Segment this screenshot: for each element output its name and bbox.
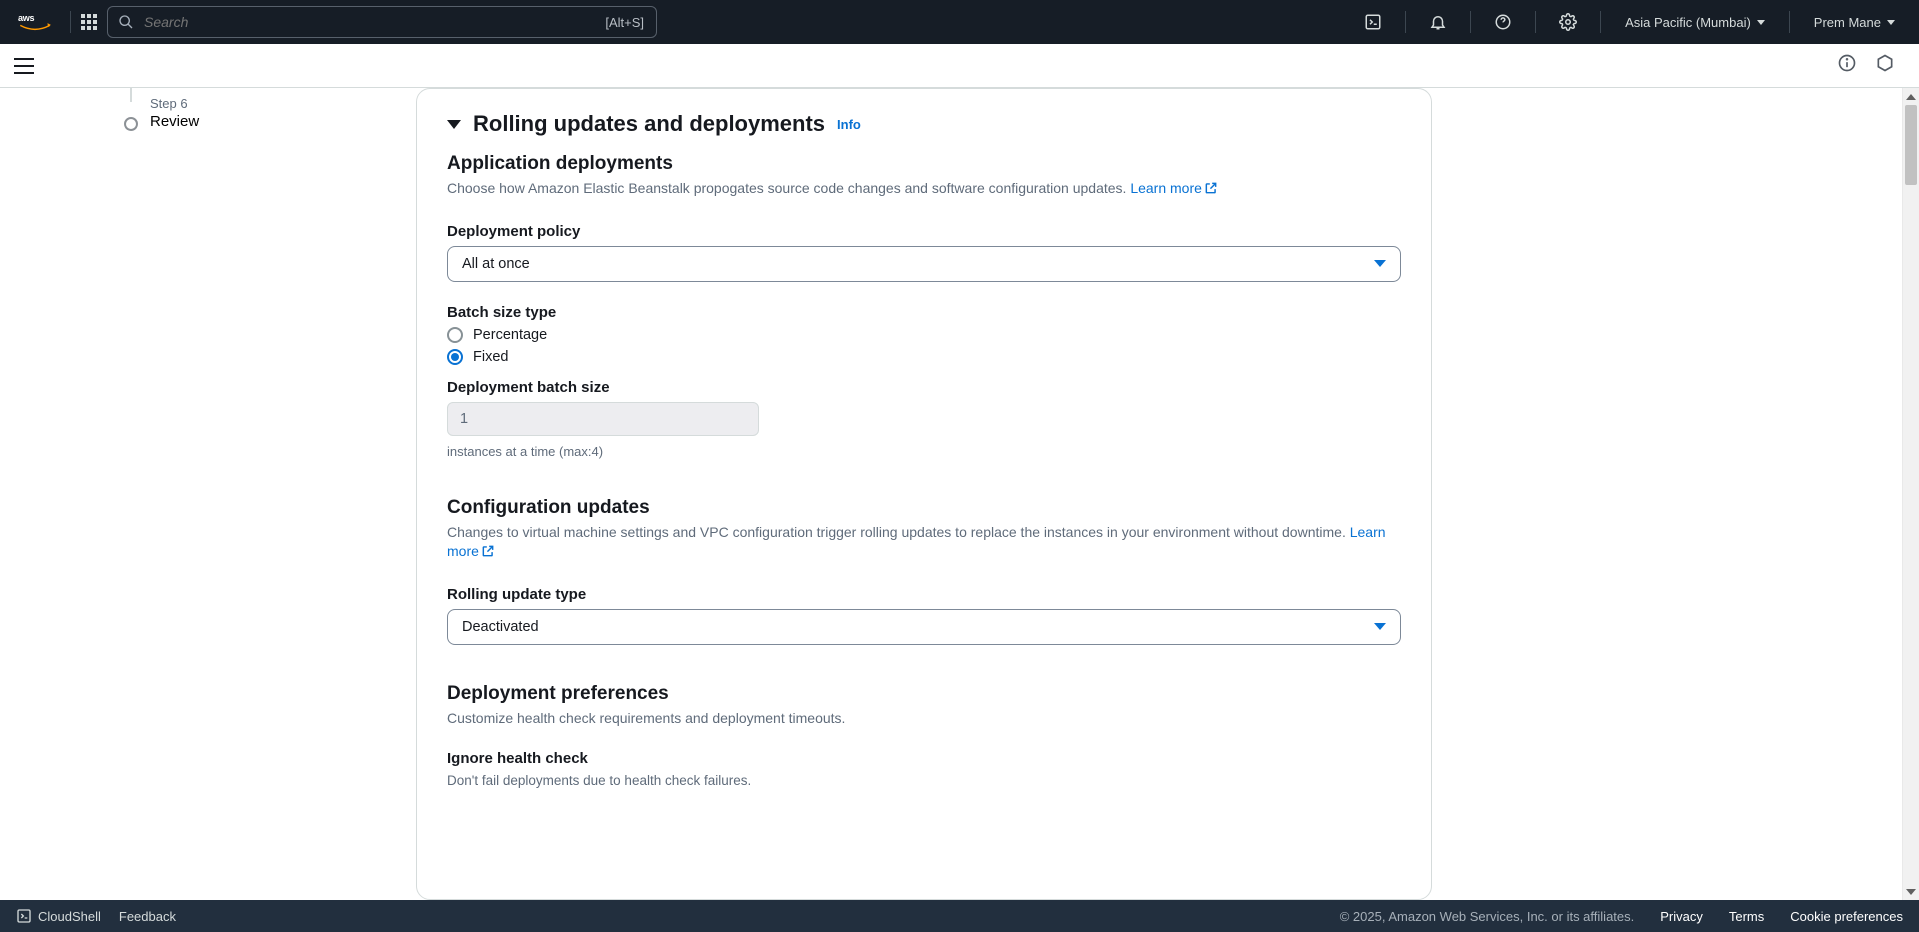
divider <box>1600 11 1601 33</box>
user-name: Prem Mane <box>1814 15 1881 30</box>
global-nav: aws [Alt+S] Asia Pacific (Mumbai) Prem M… <box>0 0 1919 44</box>
settings-icon[interactable] <box>1544 0 1592 44</box>
cloudshell-icon[interactable] <box>1349 0 1397 44</box>
subsection-deploy-prefs: Deployment preferences <box>447 683 1401 705</box>
deployment-batch-size-label: Deployment batch size <box>447 379 1401 396</box>
side-nav-toggle[interactable] <box>14 58 34 74</box>
ignore-health-check-desc: Don't fail deployments due to health che… <box>447 773 1401 788</box>
deploy-prefs-desc: Customize health check requirements and … <box>447 709 1401 729</box>
secondary-bar <box>0 44 1919 88</box>
cookie-prefs-link[interactable]: Cookie preferences <box>1790 909 1903 924</box>
services-menu-icon[interactable] <box>79 13 99 31</box>
external-link-icon <box>1204 181 1218 201</box>
tools-panel-icon[interactable] <box>1875 53 1895 78</box>
caret-down-icon <box>1374 260 1386 267</box>
radio-icon <box>447 349 463 365</box>
divider <box>1470 11 1471 33</box>
scroll-track[interactable] <box>1903 105 1919 883</box>
global-footer: CloudShell Feedback © 2025, Amazon Web S… <box>0 900 1919 932</box>
search-icon <box>118 14 134 30</box>
batch-type-percentage[interactable]: Percentage <box>447 327 1401 343</box>
info-link[interactable]: Info <box>837 117 861 132</box>
batch-type-fixed[interactable]: Fixed <box>447 349 1401 365</box>
section-header-rolling[interactable]: Rolling updates and deployments Info <box>447 111 1401 137</box>
learn-more-link[interactable]: Learn more <box>1130 180 1218 196</box>
rolling-update-type-select[interactable]: Deactivated <box>447 609 1401 645</box>
config-panel: Rolling updates and deployments Info App… <box>416 88 1432 900</box>
radio-label: Percentage <box>473 327 547 343</box>
aws-logo[interactable]: aws <box>8 0 62 44</box>
deployment-policy-value: All at once <box>462 256 530 272</box>
scroll-thumb[interactable] <box>1905 105 1917 185</box>
region-selector[interactable]: Asia Pacific (Mumbai) <box>1609 0 1781 44</box>
divider <box>1789 11 1790 33</box>
rolling-update-type-label: Rolling update type <box>447 586 1401 603</box>
ignore-health-check-label: Ignore health check <box>447 750 1401 767</box>
cloudshell-button[interactable]: CloudShell <box>16 908 101 924</box>
divider <box>1535 11 1536 33</box>
main-region: Step 6 Review Rolling updates and deploy… <box>0 88 1919 900</box>
deployment-policy-select[interactable]: All at once <box>447 246 1401 282</box>
divider <box>1405 11 1406 33</box>
wizard-steps: Step 6 Review <box>0 88 416 900</box>
radio-label: Fixed <box>473 349 508 365</box>
region-label: Asia Pacific (Mumbai) <box>1625 15 1751 30</box>
radio-icon <box>447 327 463 343</box>
terms-link[interactable]: Terms <box>1729 909 1764 924</box>
vertical-scrollbar[interactable] <box>1902 88 1919 900</box>
caret-down-icon <box>1374 623 1386 630</box>
caret-down-icon <box>1757 20 1765 25</box>
search-shortcut-hint: [Alt+S] <box>605 15 644 30</box>
global-search[interactable]: [Alt+S] <box>107 6 657 38</box>
app-deployments-desc: Choose how Amazon Elastic Beanstalk prop… <box>447 179 1401 201</box>
expand-caret-icon <box>447 120 461 129</box>
search-input[interactable] <box>142 13 646 31</box>
scroll-up-icon[interactable] <box>1903 88 1919 105</box>
notifications-icon[interactable] <box>1414 0 1462 44</box>
privacy-link[interactable]: Privacy <box>1660 909 1703 924</box>
feedback-link[interactable]: Feedback <box>119 909 176 924</box>
account-menu[interactable]: Prem Mane <box>1798 0 1911 44</box>
subsection-app-deployments: Application deployments <box>447 153 1401 175</box>
step-number-label: Step 6 <box>150 96 416 111</box>
help-icon[interactable] <box>1479 0 1527 44</box>
section-title: Rolling updates and deployments <box>473 111 825 137</box>
caret-down-icon <box>1887 20 1895 25</box>
divider <box>70 11 71 33</box>
deployment-policy-label: Deployment policy <box>447 223 1401 240</box>
deployment-batch-size-input: 1 <box>447 402 759 436</box>
config-updates-desc: Changes to virtual machine settings and … <box>447 523 1401 564</box>
step-title[interactable]: Review <box>150 113 416 130</box>
info-panel-icon[interactable] <box>1837 53 1857 78</box>
batch-size-type-label: Batch size type <box>447 304 1401 321</box>
scroll-down-icon[interactable] <box>1903 883 1919 900</box>
svg-text:aws: aws <box>18 13 35 23</box>
batch-size-hint: instances at a time (max:4) <box>447 444 1401 459</box>
rolling-update-type-value: Deactivated <box>462 619 539 635</box>
step-marker <box>124 117 138 131</box>
external-link-icon <box>481 544 495 564</box>
subsection-config-updates: Configuration updates <box>447 497 1401 519</box>
copyright-text: © 2025, Amazon Web Services, Inc. or its… <box>1340 909 1635 924</box>
